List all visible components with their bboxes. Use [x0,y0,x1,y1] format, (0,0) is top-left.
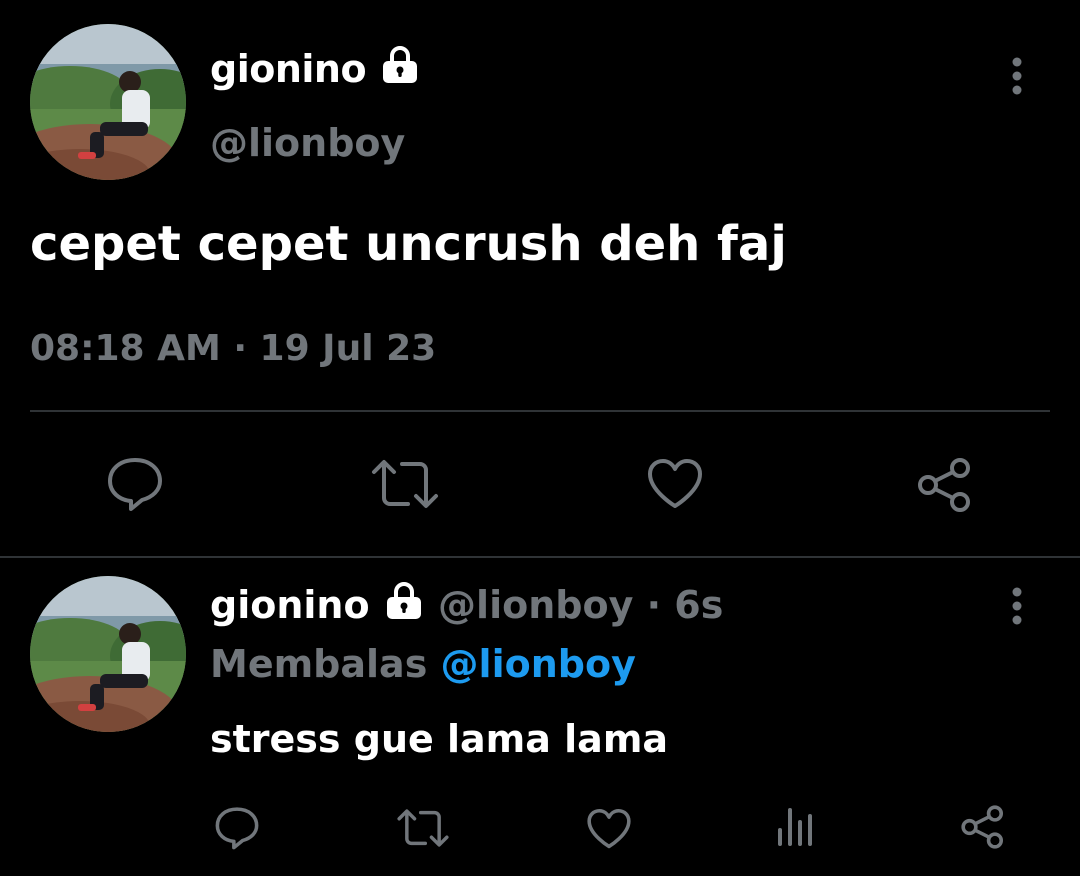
avatar-image [30,576,186,732]
reply-text: stress gue lama lama [210,717,669,761]
replying-mention[interactable]: @lionboy [441,642,636,686]
divider [30,410,1050,412]
handle[interactable]: @lionboy [210,124,405,162]
reply-avatar[interactable] [30,576,186,732]
reply-display-name[interactable]: gionino [210,583,370,627]
display-name-text: gionino [210,47,367,91]
share-icon[interactable] [916,456,974,514]
more-options-icon[interactable] [1005,586,1029,630]
reply-handle[interactable]: @lionboy [438,583,633,627]
replying-to: Membalas @lionboy [210,645,636,683]
avatar[interactable] [30,24,186,180]
avatar-image [30,24,186,180]
lock-icon [379,45,421,92]
retweet-icon[interactable] [396,808,450,848]
divider [0,556,1080,558]
retweet-icon[interactable] [370,458,440,510]
replying-label: Membalas [210,642,428,686]
like-icon[interactable] [586,808,632,850]
views-icon[interactable] [776,804,816,846]
display-name[interactable]: gionino [210,45,421,92]
like-icon[interactable] [646,458,704,510]
reply-age: 6s [674,583,724,627]
reply-header: gionino @lionboy · 6s [210,581,724,628]
more-options-icon[interactable] [1005,56,1029,100]
tweet-thread: gionino @lionboy cepet cepet uncrush deh… [0,0,1080,876]
reply-icon[interactable] [106,456,164,512]
reply-icon[interactable] [214,806,260,850]
share-icon[interactable] [960,804,1006,850]
tweet-timestamp[interactable]: 08:18 AM · 19 Jul 23 [30,331,436,367]
lock-icon [383,581,425,628]
tweet-text: cepet cepet uncrush deh faj [30,216,787,272]
reply-separator: · [646,583,662,627]
